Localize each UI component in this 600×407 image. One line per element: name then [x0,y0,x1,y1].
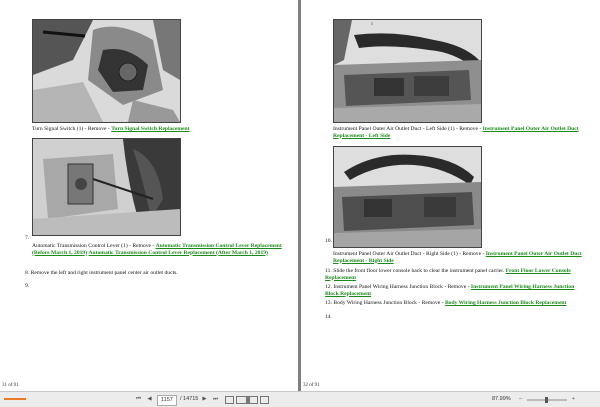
previous-page-icon[interactable]: ◀ [145,395,154,404]
single-page-view-icon[interactable] [225,396,234,404]
zoom-in-button[interactable]: + [569,395,578,404]
pdf-page-left: Turn Signal Switch (1) - Remove - Turn S… [0,0,298,391]
last-page-icon[interactable]: ⏭ [211,395,220,404]
pdf-page-right: 1 Instrument Panel Outer Air Outlet Duct… [301,0,600,391]
page-number-right: 32 of 91 [303,383,320,388]
figure-transmission-control-lever [32,138,181,236]
zoom-out-button[interactable]: – [516,395,525,404]
scroll-view-icon[interactable] [249,396,258,404]
zoom-level[interactable]: 87.99% [492,395,511,404]
orange-indicator [4,397,26,400]
step-10-number: 10. [325,238,332,244]
step-duct-left-text: Instrument Panel Outer Air Outlet Duct -… [333,126,579,139]
total-pages-label: / 14715 [180,396,199,402]
step-12: 12. Instrument Panel Wiring Harness Junc… [325,284,575,297]
step-11: 11. Slide the front floor lower console … [325,268,571,281]
step-14-number: 14. [325,314,332,320]
link-body-harness-junction-block-replacement[interactable]: Body Wiring Harness Junction Block Repla… [445,300,566,306]
link-transmission-lever-after[interactable]: Automatic Transmission Control Lever Rep… [89,250,268,256]
page-number-left: 31 of 91 [2,383,19,388]
step-7-text: Automatic Transmission Control Lever (1)… [32,243,282,256]
link-turn-signal-switch-replacement[interactable]: Turn Signal Switch Replacement [111,126,189,132]
fit-width-icon[interactable] [260,396,269,404]
pdf-viewer-statusbar: ⏮ ◀ 1157 / 14715 ▶ ⏭ 87.99% – + [0,391,600,407]
current-page-input[interactable]: 1157 [157,395,177,406]
step-9-number: 9. [25,283,30,289]
step-turn-signal-text: Turn Signal Switch (1) - Remove - Turn S… [32,126,190,132]
figure-callout-1: 1 [371,21,373,26]
two-page-view-icon[interactable] [236,396,249,404]
figure-turn-signal-switch [32,19,181,123]
figure-outer-air-outlet-duct-right [333,146,482,248]
zoom-slider-handle[interactable] [545,397,548,403]
step-7-number: 7. [25,235,30,241]
statusbar-left-area [4,395,44,404]
step-10-text: Instrument Panel Outer Air Outlet Duct -… [333,251,582,264]
first-page-icon[interactable]: ⏮ [134,395,143,404]
step-13: 13. Body Wiring Harness Junction Block -… [325,300,567,306]
step-8: 8. Remove the left and right instrument … [25,270,178,276]
next-page-icon[interactable]: ▶ [200,395,209,404]
figure-outer-air-outlet-duct-left [333,19,482,123]
